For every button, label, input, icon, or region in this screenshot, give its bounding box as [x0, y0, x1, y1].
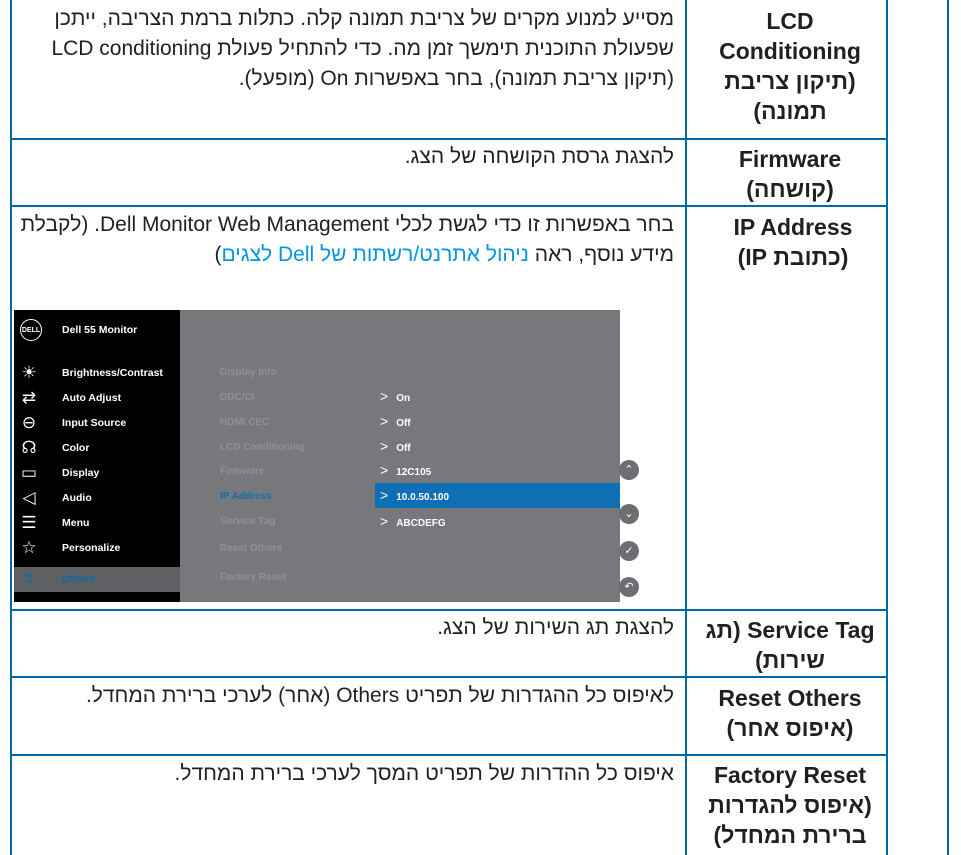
osd-bottom-bar [14, 596, 180, 602]
osd-value-text: Off [396, 443, 411, 454]
osd-value-text: 10.0.50.100 [396, 492, 450, 503]
osd-confirm-button[interactable]: ✓ [619, 541, 639, 561]
row-desc-factory-reset: איפוס כל ההדרות של תפריט המסך לערכי בריר… [174, 762, 674, 785]
row-desc-lcd-conditioning: מסייע למנוע מקרים של צריבת תמונה קלה. כת… [51, 7, 674, 90]
osd-submenu-firmware[interactable]: Firmware [220, 466, 264, 477]
row-divider [10, 676, 888, 678]
display-icon: ▭ [20, 463, 38, 482]
row-label-ip-address: IP Address (כתובת IP) [733, 214, 853, 270]
osd-menu-item-input-source[interactable]: ⊖ Input Source [14, 411, 180, 436]
others-icon: ⇅ [23, 571, 35, 586]
chevron-right-icon: > [380, 513, 389, 529]
osd-value-text: ABCDEFG [396, 518, 446, 529]
osd-submenu-ip-address[interactable]: IP Address [220, 491, 272, 502]
ethernet-management-link[interactable]: ניהול אתרנט/רשתות של Dell לצגים [221, 243, 528, 266]
osd-menu-label: Others [62, 573, 96, 585]
input-source-icon: ⊖ [21, 413, 37, 432]
osd-menu-item-audio[interactable]: ◁ Audio [14, 486, 180, 511]
osd-down-button[interactable]: ⌄ [619, 504, 639, 524]
chevron-down-icon: ⌄ [624, 508, 634, 520]
osd-submenu-display-info[interactable]: Display Info [220, 367, 277, 378]
osd-menu-item-others[interactable]: ⇅ Others [14, 567, 180, 592]
osd-menu-label: Personalize [62, 542, 121, 554]
brightness-icon: ☀ [21, 363, 37, 382]
osd-value-text: Off [396, 418, 411, 429]
row-desc-reset-others: לאיפוס כל ההגדרות של תפריט Others (אחר) … [85, 684, 674, 707]
table-border-left [10, 0, 12, 855]
check-icon: ✓ [624, 545, 634, 557]
back-arrow-icon: ↶ [624, 581, 634, 593]
osd-value-ip-address: >10.0.50.100 [380, 487, 449, 503]
dell-logo: DELL [20, 319, 42, 341]
color-icon: ☊ [21, 438, 37, 457]
osd-value-service-tag: > ABCDEFG [380, 513, 446, 529]
osd-menu-item-personalize[interactable]: ☆ Personalize [14, 536, 180, 561]
row-label-lcd-conditioning: LCD Conditioning (תיקון צריבת תמונה) [719, 8, 861, 124]
osd-up-button[interactable]: ⌃ [619, 460, 639, 480]
osd-menu-label: Color [62, 442, 90, 454]
osd-value-lcd-conditioning: > Off [380, 438, 411, 454]
chevron-right-icon: > [380, 487, 389, 503]
row-divider [10, 138, 888, 140]
osd-menu-item-auto-adjust[interactable]: ⇄ Auto Adjust [14, 386, 180, 411]
osd-title: Dell 55 Monitor [62, 324, 138, 336]
osd-menu-label: Brightness/Contrast [62, 367, 163, 379]
osd-menu-label: Audio [62, 492, 92, 504]
osd-menu-label: Display [62, 467, 100, 479]
row-desc-firmware: להצגת גרסת הקושחה של הצג. [404, 145, 674, 168]
row-divider [10, 609, 888, 611]
row-desc-ip-address: בחר באפשרות זו כדי לגשת לכלי Dell Monito… [14, 210, 674, 270]
chevron-right-icon: > [380, 438, 389, 454]
chevron-right-icon: > [380, 462, 389, 478]
row-divider [10, 754, 888, 756]
row-label-firmware: Firmware (קושחה) [738, 146, 842, 202]
osd-value-text: 12C105 [396, 467, 432, 478]
row-label-reset-others: Reset Others (איפוס אחר) [718, 685, 862, 741]
table-border-right [947, 0, 949, 855]
row-divider [10, 205, 888, 207]
table-divider-desc [685, 0, 687, 855]
osd-value-ddc-ci: > On [380, 388, 410, 404]
star-icon: ☆ [21, 538, 37, 557]
auto-adjust-icon: ⇄ [21, 388, 37, 407]
osd-submenu-lcd-conditioning[interactable]: LCD Conditioning [220, 442, 305, 453]
osd-submenu-ddc-ci[interactable]: DDC/CI [220, 392, 254, 403]
chevron-up-icon: ⌃ [624, 464, 634, 476]
row-label-service-tag: Service Tag (תג שירות) [705, 617, 875, 673]
osd-submenu-service-tag[interactable]: Service Tag [220, 516, 275, 527]
osd-menu-item-display[interactable]: ▭ Display [14, 461, 180, 486]
osd-menu-item-menu[interactable]: ☰ Menu [14, 511, 180, 536]
chevron-right-icon: > [380, 388, 389, 404]
osd-back-button[interactable]: ↶ [619, 577, 639, 597]
osd-value-hdmi-cec: > Off [380, 413, 411, 429]
osd-submenu-reset-others[interactable]: Reset Others [220, 543, 282, 554]
osd-menu-item-color[interactable]: ☊ Color [14, 436, 180, 461]
audio-icon: ◁ [22, 488, 36, 507]
osd-menu-label: Input Source [62, 417, 127, 429]
osd-menu-label: Menu [62, 517, 90, 529]
osd-submenu-hdmi-cec[interactable]: HDMI CEC [220, 417, 269, 428]
row-label-factory-reset: Factory Reset (איפוס להגדרות ברירת המחדל… [708, 762, 872, 848]
row-desc-service-tag: להצגת תג השירות של הצג. [437, 616, 674, 639]
table-divider-label [886, 0, 888, 855]
osd-menu-screenshot: DELL Dell 55 Monitor ☀ Brightness/Contra… [14, 310, 620, 602]
osd-value-firmware: >12C105 [380, 462, 431, 478]
osd-submenu-factory-reset[interactable]: Factory Reset [220, 572, 286, 583]
osd-menu-label: Auto Adjust [62, 392, 122, 404]
chevron-right-icon: > [380, 413, 389, 429]
osd-menu-item-brightness[interactable]: ☀ Brightness/Contrast [14, 361, 180, 386]
menu-icon: ☰ [21, 513, 37, 532]
osd-value-text: On [396, 393, 411, 404]
